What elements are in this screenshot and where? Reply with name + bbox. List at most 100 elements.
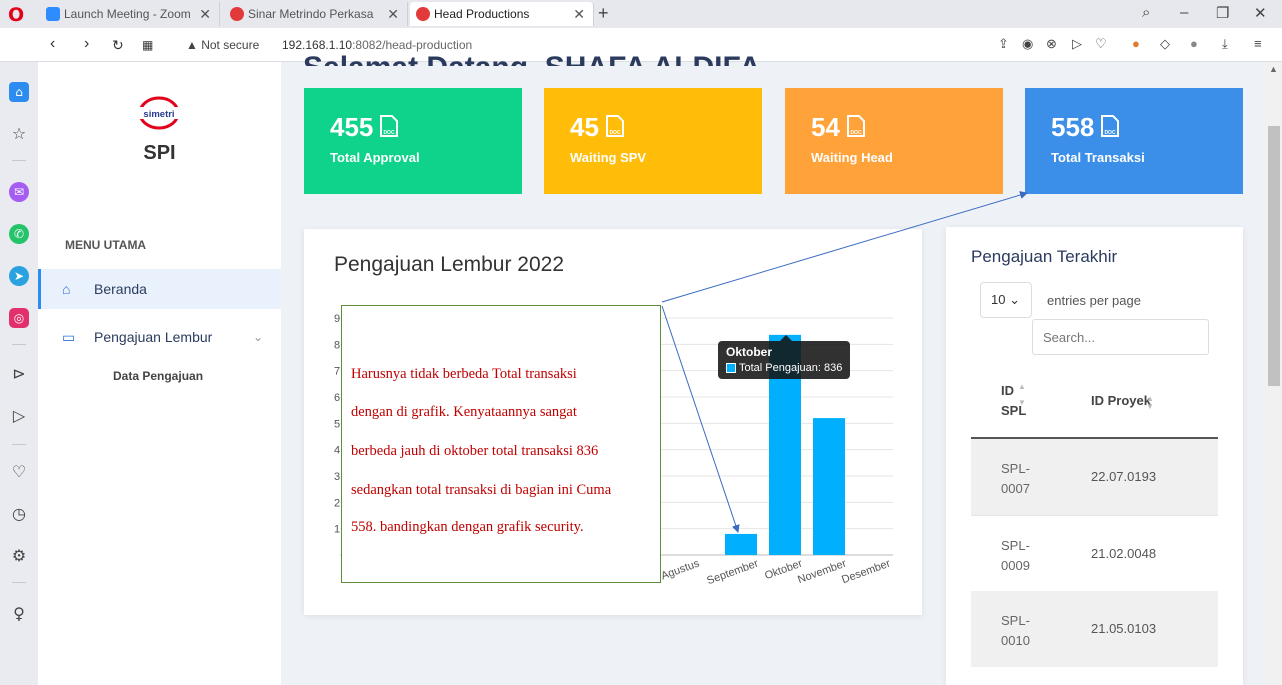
- profile-icon[interactable]: ●: [1190, 36, 1198, 51]
- tab-title: Launch Meeting - Zoom: [64, 7, 191, 21]
- stat-card-waiting-head: 54 DOC Waiting Head: [785, 88, 1003, 194]
- close-icon[interactable]: ✕: [387, 6, 399, 23]
- tooltip-value: Total Pengajuan: 836: [739, 362, 843, 374]
- card-number: 45: [570, 112, 599, 142]
- column-header-id-proyek[interactable]: ID Proyek: [1091, 393, 1151, 408]
- tooltip-swatch: [726, 363, 736, 373]
- lightbulb-icon[interactable]: ♀: [9, 604, 29, 624]
- home-icon: ⌂: [62, 281, 71, 297]
- menu-heading: MENU UTAMA: [65, 238, 147, 252]
- cell-id-spl: SPL-0007: [1001, 461, 1030, 496]
- entries-per-page-select[interactable]: 10 ⌄: [980, 282, 1032, 318]
- tab-head-productions[interactable]: Head Productions ✕: [410, 2, 594, 26]
- recent-title: Pengajuan Terakhir: [971, 247, 1118, 266]
- simetri-favicon-icon: [230, 7, 244, 21]
- svg-text:DOC: DOC: [609, 130, 621, 136]
- extension-icon[interactable]: ●: [1132, 36, 1140, 51]
- table-row[interactable]: SPL-0009 21.02.0048: [971, 515, 1218, 591]
- camera-icon[interactable]: ◉: [1022, 36, 1033, 52]
- search-tabs-icon[interactable]: ⌕: [1142, 4, 1150, 21]
- table-row[interactable]: SPL-0010 21.05.0103: [971, 591, 1218, 667]
- note-line: Harusnya tidak berbeda Total transaksi: [351, 366, 577, 382]
- forward-icon[interactable]: ›: [84, 35, 89, 53]
- sidebar-item-pengajuan-lembur[interactable]: ▭ Pengajuan Lembur ⌄: [38, 317, 281, 357]
- restore-button[interactable]: ❐: [1216, 4, 1229, 22]
- chart-title: Pengajuan Lembur 2022: [334, 253, 565, 276]
- history-icon[interactable]: ◷: [9, 504, 29, 524]
- cell-id-spl: SPL-0010: [1001, 613, 1030, 648]
- whatsapp-icon[interactable]: ✆: [9, 224, 29, 244]
- document-icon: DOC: [605, 115, 624, 137]
- recent-panel: Pengajuan Terakhir 10 ⌄ entries per page…: [946, 227, 1243, 685]
- close-icon[interactable]: ✕: [573, 6, 585, 23]
- card-value: 45 DOC: [570, 112, 625, 143]
- not-secure-badge[interactable]: ▲ Not secure: [186, 38, 259, 52]
- card-value: 558 DOC: [1051, 112, 1120, 143]
- tooltip-title: Oktober: [726, 345, 773, 359]
- document-icon: DOC: [380, 115, 399, 137]
- tab-zoom[interactable]: Launch Meeting - Zoom ✕: [40, 2, 220, 26]
- reload-icon[interactable]: ↻: [112, 37, 124, 54]
- cube-icon[interactable]: ◇: [1160, 36, 1170, 52]
- download-icon[interactable]: ⤓: [1222, 36, 1228, 52]
- sort-icon[interactable]: ▲ ▼: [1018, 383, 1026, 407]
- chevron-down-icon: ⌄: [252, 330, 263, 344]
- block-icon[interactable]: ⊗: [1046, 36, 1057, 52]
- share-icon[interactable]: ⇪: [998, 36, 1009, 52]
- tab-sinar[interactable]: Sinar Metrindo Perkasa ✕: [224, 2, 408, 26]
- card-label: Total Transaksi: [1051, 150, 1145, 165]
- opera-logo-icon[interactable]: O: [8, 5, 28, 25]
- heart-icon[interactable]: ♡: [9, 462, 29, 482]
- not-secure-text: Not secure: [201, 38, 260, 52]
- simetri-logo: simetri: [139, 96, 179, 130]
- stat-card-waiting-spv: 45 DOC Waiting SPV: [544, 88, 762, 194]
- folder-icon: ▭: [62, 328, 76, 345]
- telegram-icon[interactable]: ➤: [9, 266, 29, 286]
- browser-tab-bar: O Launch Meeting - Zoom ✕ Sinar Metrindo…: [0, 0, 1282, 28]
- home-icon[interactable]: ⌂: [9, 82, 29, 102]
- instagram-icon[interactable]: ◎: [9, 308, 29, 328]
- card-value: 455 DOC: [330, 112, 399, 143]
- sidebar-divider: [12, 160, 26, 161]
- app-sidebar: simetri SPI MENU UTAMA ⌂ Beranda ▭ Penga…: [38, 62, 281, 685]
- messenger-icon[interactable]: ✉: [9, 182, 29, 202]
- tab-title: Head Productions: [434, 7, 530, 21]
- note-line: 558. bandingkan dengan grafik security.: [351, 519, 584, 535]
- entries-label: entries per page: [1047, 293, 1141, 308]
- scroll-up-icon[interactable]: ▲: [1269, 64, 1278, 74]
- send-icon[interactable]: ▷: [1072, 36, 1082, 52]
- table-row[interactable]: SPL-0007 22.07.0193: [971, 439, 1218, 515]
- player-icon[interactable]: ⊳: [9, 364, 29, 384]
- speed-dial-icon[interactable]: ▦: [142, 38, 153, 52]
- page-headline: Selamat Datang, SHAFA ALDIFA: [303, 40, 761, 66]
- svg-text:DOC: DOC: [850, 130, 862, 136]
- annotation-note: Harusnya tidak berbeda Total transaksi d…: [341, 305, 661, 583]
- card-number: 558: [1051, 112, 1095, 142]
- note-line: sedangkan total transaksi di bagian ini …: [351, 482, 612, 498]
- cell-id-proyek: 21.05.0103: [1091, 621, 1157, 636]
- sidebar-divider: [12, 444, 26, 445]
- chevron-down-icon: ⌄: [1009, 292, 1020, 307]
- menu-icon[interactable]: ≡: [1254, 36, 1262, 51]
- column-header-id-spl[interactable]: ID SPL: [1001, 381, 1031, 421]
- star-icon[interactable]: ☆: [9, 124, 29, 144]
- settings-icon[interactable]: ⚙: [9, 546, 29, 566]
- heart-icon[interactable]: ♡: [1095, 36, 1107, 52]
- close-window-button[interactable]: ✕: [1254, 4, 1267, 22]
- search-input[interactable]: [1032, 319, 1209, 355]
- sidebar-subitem-data-pengajuan[interactable]: Data Pengajuan: [113, 369, 203, 383]
- flow-icon[interactable]: ▷: [9, 406, 29, 426]
- card-label: Waiting SPV: [570, 150, 647, 165]
- back-icon[interactable]: ‹: [50, 35, 55, 53]
- cell-id-spl: SPL-0009: [1001, 538, 1030, 573]
- card-number: 54: [811, 112, 840, 142]
- card-label: Total Approval: [330, 150, 420, 165]
- close-icon[interactable]: ✕: [199, 6, 211, 23]
- new-tab-button[interactable]: +: [598, 3, 609, 24]
- sidebar-item-beranda[interactable]: ⌂ Beranda: [38, 269, 281, 309]
- minimize-button[interactable]: –: [1180, 4, 1188, 21]
- scrollbar-thumb[interactable]: [1268, 126, 1280, 386]
- brand-name: SPI: [143, 142, 176, 164]
- card-number: 455: [330, 112, 374, 142]
- sort-icon[interactable]: ▲ ▼: [1146, 395, 1154, 411]
